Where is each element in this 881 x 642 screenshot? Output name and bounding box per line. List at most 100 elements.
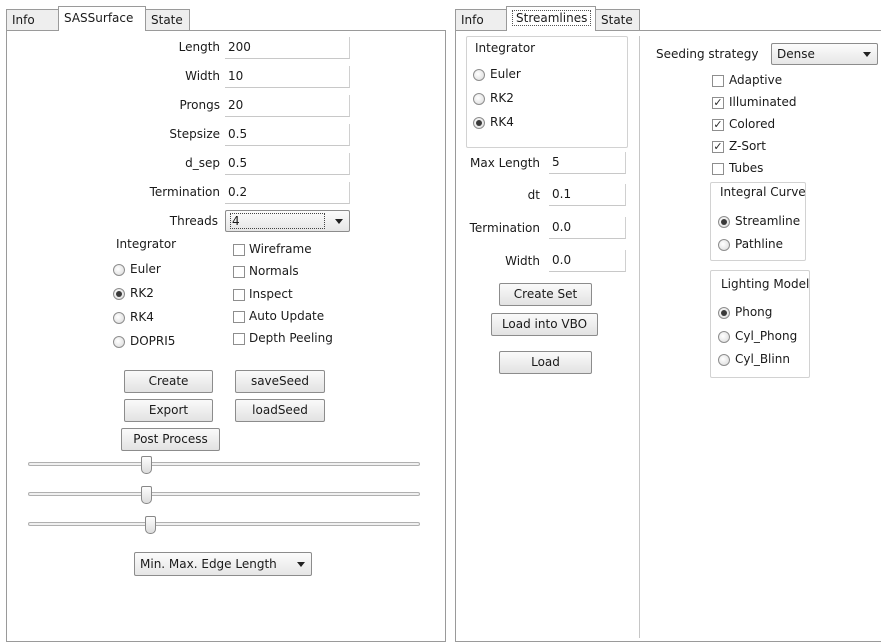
lighting-model-title: Lighting Model [721,277,810,291]
create-set-button[interactable]: Create Set [499,283,592,306]
export-button[interactable]: Export [124,399,213,422]
radio-rk2[interactable] [113,288,125,300]
z-sort-checkbox[interactable]: ✓ [712,141,724,153]
radio-phong[interactable] [718,307,730,319]
max-length-field[interactable]: 5 [549,152,626,174]
slider-1[interactable] [28,462,420,466]
radio-rk4-label: RK4 [130,310,154,324]
tab-label: State [601,13,633,27]
z-sort-label: Z-Sort [729,139,766,153]
normals-label: Normals [249,264,299,278]
post-process-button[interactable]: Post Process [121,428,220,451]
inspect-label: Inspect [249,287,293,301]
load-button[interactable]: Load [499,351,592,374]
slider-2-handle[interactable] [141,486,152,504]
integrator-title: Integrator [116,237,177,251]
slider-2[interactable] [28,492,420,496]
tab-state-right[interactable]: State [595,9,640,30]
slider-3-handle[interactable] [145,516,156,534]
radio-euler[interactable] [113,264,125,276]
width-label-right: Width [505,254,540,268]
radio-rk2-right[interactable] [473,93,485,105]
seeding-strategy-label: Seeding strategy [656,47,759,61]
radio-cyl-phong[interactable] [718,331,730,343]
radio-cyl-blinn[interactable] [718,354,730,366]
load-seed-button[interactable]: loadSeed [235,399,325,422]
prongs-label: Prongs [179,98,220,112]
depth-peeling-checkbox[interactable] [233,333,245,345]
check-icon: ✓ [713,140,723,153]
tab-info-right[interactable]: Info [455,9,507,30]
wireframe-checkbox[interactable] [233,244,245,256]
length-field[interactable]: 200 [225,37,350,59]
tubes-checkbox[interactable] [712,163,724,175]
edge-length-combo[interactable]: Min. Max. Edge Length [134,552,312,576]
tab-label: SASSurface [64,11,134,25]
inspect-checkbox[interactable] [233,289,245,301]
prongs-field[interactable]: 20 [225,95,350,117]
tab-label: State [151,13,183,27]
radio-rk2-label: RK2 [130,286,154,300]
sassurface-panel [6,30,446,642]
tab-state-left[interactable]: State [145,9,190,30]
radio-rk4-right[interactable] [473,117,485,129]
slider-3[interactable] [28,522,420,526]
radio-streamline[interactable] [718,216,730,228]
radio-cyl-phong-label: Cyl_Phong [735,329,798,343]
width-field-right[interactable]: 0.0 [549,250,626,272]
load-into-vbo-button[interactable]: Load into VBO [491,313,598,336]
tab-sassurface[interactable]: SASSurface [58,6,146,31]
width-field[interactable]: 10 [225,66,350,88]
create-button[interactable]: Create [124,370,213,393]
radio-rk4[interactable] [113,312,125,324]
threads-combo[interactable]: 4 [225,210,350,232]
termination-field-right[interactable]: 0.0 [549,217,626,239]
chevron-down-icon [297,562,305,567]
radio-euler-label: Euler [130,262,161,276]
check-icon: ✓ [713,118,723,131]
adaptive-checkbox[interactable] [712,75,724,87]
chevron-down-icon [335,219,343,224]
radio-euler-right-label: Euler [490,67,521,81]
radio-rk2-right-label: RK2 [490,91,514,105]
d-sep-label: d_sep [185,156,220,170]
chevron-down-icon [863,52,871,57]
tab-info-left[interactable]: Info [6,9,59,30]
check-icon: ✓ [713,96,723,109]
termination-label-right: Termination [469,221,540,235]
integrator-title-right: Integrator [475,41,536,55]
termination-field[interactable]: 0.2 [225,182,350,204]
radio-dopri5[interactable] [113,336,125,348]
stepsize-field[interactable]: 0.5 [225,124,350,146]
radio-pathline[interactable] [718,239,730,251]
radio-euler-right[interactable] [473,69,485,81]
termination-label: Termination [149,185,220,199]
radio-phong-label: Phong [735,305,773,319]
auto-update-checkbox[interactable] [233,311,245,323]
tubes-label: Tubes [729,161,764,175]
threads-value: 4 [230,213,325,229]
length-label: Length [178,40,220,54]
radio-cyl-blinn-label: Cyl_Blinn [735,352,790,366]
width-label: Width [185,69,220,83]
dt-field[interactable]: 0.1 [549,184,626,206]
normals-checkbox[interactable] [233,266,245,278]
save-seed-button[interactable]: saveSeed [235,370,325,393]
d-sep-field[interactable]: 0.5 [225,153,350,175]
seeding-strategy-combo[interactable]: Dense [771,43,878,65]
threads-label: Threads [169,214,218,228]
radio-streamline-label: Streamline [735,214,801,228]
dt-label: dt [527,188,540,202]
max-length-label: Max Length [469,156,540,170]
radio-rk4-right-label: RK4 [490,115,514,129]
illuminated-label: Illuminated [729,95,797,109]
integral-curve-title: Integral Curve [720,185,806,199]
radio-pathline-label: Pathline [735,237,784,251]
seeding-strategy-value: Dense [777,47,815,61]
adaptive-label: Adaptive [729,73,783,87]
tab-label: Info [12,13,35,27]
slider-1-handle[interactable] [141,456,152,474]
tab-streamlines[interactable]: Streamlines [506,6,596,31]
colored-checkbox[interactable]: ✓ [712,119,724,131]
illuminated-checkbox[interactable]: ✓ [712,97,724,109]
